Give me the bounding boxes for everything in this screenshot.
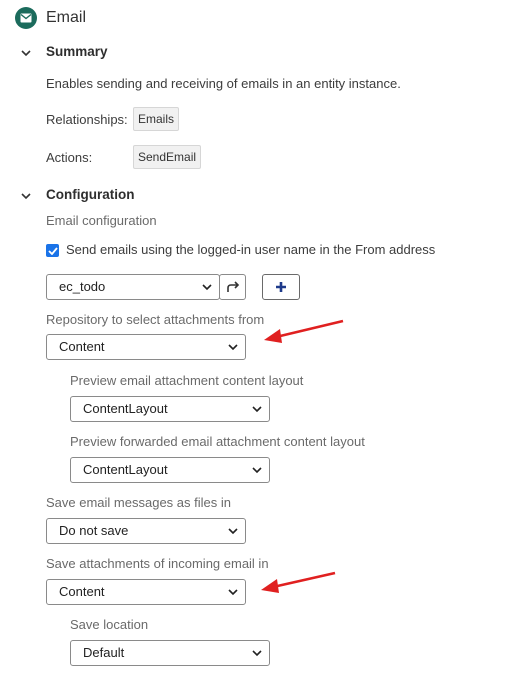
- preview-layout-value: ContentLayout: [83, 401, 168, 416]
- summary-description: Enables sending and receiving of emails …: [46, 76, 401, 91]
- relationships-tag: Emails: [133, 107, 180, 131]
- chevron-down-icon: [252, 406, 262, 413]
- plus-icon: [276, 282, 286, 292]
- ruleset-select[interactable]: ec_todo: [46, 274, 220, 300]
- attachments-repo-select[interactable]: Content: [46, 334, 246, 360]
- from-address-checkbox[interactable]: [46, 244, 59, 257]
- header-icon-circle: [15, 7, 37, 29]
- save-messages-select[interactable]: Do not save: [46, 518, 246, 544]
- chevron-down-icon: [202, 284, 212, 291]
- mail-icon: [20, 13, 32, 23]
- save-location-select[interactable]: Default: [70, 640, 270, 666]
- preview-layout-select[interactable]: ContentLayout: [70, 396, 270, 422]
- page-title: Email: [46, 9, 87, 26]
- open-ruleset-button[interactable]: [219, 274, 246, 300]
- from-address-checkbox-label[interactable]: Send emails using the logged-in user nam…: [66, 242, 435, 257]
- preview-forward-label: Preview forwarded email attachment conte…: [70, 434, 365, 449]
- chevron-down-icon: [21, 192, 31, 199]
- save-attachments-value: Content: [59, 584, 105, 599]
- save-messages-label: Save email messages as files in: [46, 495, 231, 510]
- save-location-label: Save location: [70, 617, 149, 632]
- add-ruleset-button[interactable]: [262, 274, 300, 300]
- summary-collapse-chevron[interactable]: [20, 47, 32, 59]
- chevron-down-icon: [21, 49, 31, 56]
- red-annotation-arrow: [264, 319, 344, 343]
- save-messages-value: Do not save: [59, 523, 129, 538]
- checkmark-icon: [47, 246, 58, 255]
- forward-arrow-icon: [226, 281, 239, 292]
- summary-heading[interactable]: Summary: [46, 44, 108, 59]
- ruleset-select-value: ec_todo: [59, 279, 106, 294]
- attachments-repo-value: Content: [59, 339, 105, 354]
- preview-forward-value: ContentLayout: [83, 462, 168, 477]
- actions-tag: SendEmail: [133, 145, 202, 169]
- actions-label: Actions:: [46, 150, 93, 165]
- email-configuration-subheading: Email configuration: [46, 213, 157, 228]
- save-attachments-label: Save attachments of incoming email in: [46, 556, 269, 571]
- preview-layout-label: Preview email attachment content layout: [70, 373, 304, 388]
- chevron-down-icon: [228, 344, 238, 351]
- save-location-value: Default: [83, 645, 125, 660]
- red-annotation-arrow: [261, 571, 336, 593]
- configuration-heading[interactable]: Configuration: [46, 187, 134, 202]
- preview-forward-select[interactable]: ContentLayout: [70, 457, 270, 483]
- configuration-collapse-chevron[interactable]: [20, 190, 32, 202]
- chevron-down-icon: [228, 528, 238, 535]
- relationships-label: Relationships:: [46, 112, 128, 127]
- chevron-down-icon: [252, 467, 262, 474]
- chevron-down-icon: [228, 589, 238, 596]
- save-attachments-select[interactable]: Content: [46, 579, 246, 605]
- attachments-repo-label: Repository to select attachments from: [46, 312, 265, 327]
- chevron-down-icon: [252, 650, 262, 657]
